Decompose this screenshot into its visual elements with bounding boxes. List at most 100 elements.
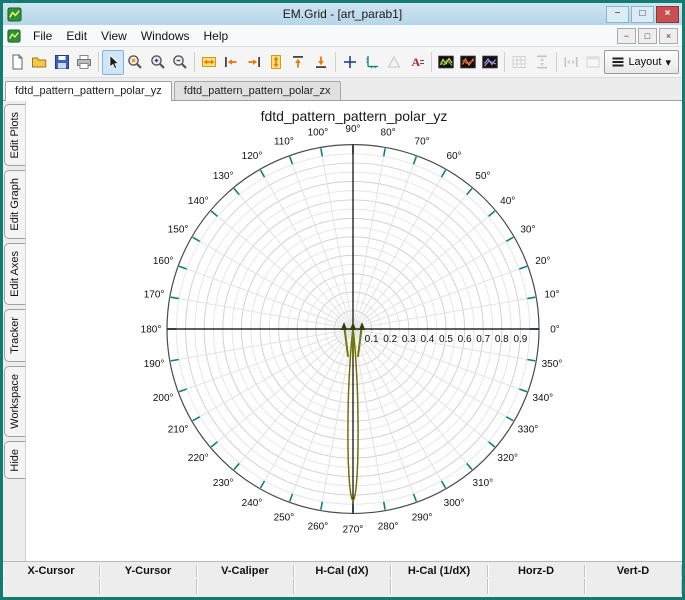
zoom-window-icon xyxy=(127,54,143,70)
shift-left-button[interactable] xyxy=(220,50,242,75)
stretch-vertical-icon xyxy=(268,54,284,70)
sidebar-item-hide[interactable]: Hide xyxy=(4,441,25,480)
svg-text:0.8: 0.8 xyxy=(495,334,509,345)
svg-text:230°: 230° xyxy=(213,478,234,489)
svg-text:220°: 220° xyxy=(188,453,209,464)
svg-text:A: A xyxy=(411,55,420,69)
statusbar-pad xyxy=(3,594,682,597)
sidebar-item-edit-axes[interactable]: Edit Axes xyxy=(4,243,25,305)
toolbar-separator xyxy=(335,52,336,72)
sidebar-item-workspace[interactable]: Workspace xyxy=(4,366,25,437)
svg-text:30°: 30° xyxy=(520,224,535,235)
zoom-in-button[interactable] xyxy=(147,50,169,75)
shift-right-icon xyxy=(246,54,262,70)
fit-horizontal-icon xyxy=(563,54,579,70)
statusbar-values xyxy=(3,579,682,594)
shift-down-button[interactable] xyxy=(309,50,331,75)
polar-plot-canvas[interactable]: 0.10.20.30.40.50.60.70.80.90°10°20°30°40… xyxy=(26,101,682,561)
svg-text:0.7: 0.7 xyxy=(476,334,490,345)
maximize-button[interactable]: □ xyxy=(631,6,654,23)
mdi-window-controls: − □ × xyxy=(617,28,678,44)
sidebar: Edit Plots Edit Graph Edit Axes Tracker … xyxy=(3,101,25,561)
status-value-cell xyxy=(100,579,197,594)
app-icon xyxy=(7,7,22,22)
svg-text:0.2: 0.2 xyxy=(383,334,397,345)
toolbar-separator xyxy=(431,52,432,72)
svg-text:210°: 210° xyxy=(168,425,189,436)
fit-vertical-button xyxy=(531,50,553,75)
status-horz-d: Horz-D xyxy=(488,565,585,577)
print-button[interactable] xyxy=(73,50,95,75)
status-value-cell xyxy=(197,579,294,594)
menu-view[interactable]: View xyxy=(94,27,134,45)
menu-file[interactable]: File xyxy=(26,27,59,45)
menu-edit[interactable]: Edit xyxy=(59,27,94,45)
axes-ticks-button[interactable] xyxy=(361,50,383,75)
menubar: File Edit View Windows Help − □ × xyxy=(3,25,682,47)
text-annotation-button[interactable]: A xyxy=(405,50,427,75)
svg-text:0.3: 0.3 xyxy=(402,334,416,345)
axes-ticks-icon xyxy=(364,54,380,70)
tab-fdtd-pattern-polar-zx[interactable]: fdtd_pattern_pattern_polar_zx xyxy=(174,81,341,100)
plot-area[interactable]: fdtd_pattern_pattern_polar_yz 0.10.20.30… xyxy=(25,101,682,561)
svg-text:200°: 200° xyxy=(153,393,174,404)
mdi-minimize-button[interactable]: − xyxy=(617,28,636,44)
stretch-horizontal-button[interactable] xyxy=(198,50,220,75)
sidebar-item-edit-graph[interactable]: Edit Graph xyxy=(4,170,25,239)
svg-text:0.9: 0.9 xyxy=(513,334,527,345)
mdi-restore-button[interactable]: □ xyxy=(638,28,657,44)
svg-text:0.6: 0.6 xyxy=(458,334,472,345)
svg-text:130°: 130° xyxy=(213,171,234,182)
status-h-cal-dx: H-Cal (dX) xyxy=(294,565,391,577)
new-document-icon xyxy=(9,54,25,70)
open-file-button[interactable] xyxy=(28,50,50,75)
layout-icon xyxy=(612,56,624,68)
plot-style-3-icon xyxy=(482,54,498,70)
app-window: EM.Grid - [art_parab1] − □ × File Edit V… xyxy=(0,0,685,600)
plot-style-3-button[interactable] xyxy=(479,50,501,75)
sidebar-item-label: Edit Axes xyxy=(9,251,21,297)
new-document-button[interactable] xyxy=(6,50,28,75)
minimize-button[interactable]: − xyxy=(606,6,629,23)
svg-text:150°: 150° xyxy=(168,224,189,235)
window-title: EM.Grid - [art_parab1] xyxy=(283,7,402,21)
svg-text:180°: 180° xyxy=(141,325,162,336)
toolbar-separator xyxy=(504,52,505,72)
stretch-vertical-button[interactable] xyxy=(265,50,287,75)
svg-text:0.4: 0.4 xyxy=(420,334,434,345)
plot-style-2-button[interactable] xyxy=(457,50,479,75)
status-value-cell xyxy=(585,579,682,594)
grid-toggle-button xyxy=(508,50,530,75)
text-annotation-icon: A xyxy=(409,54,425,70)
toolbar: A xyxy=(3,47,682,78)
tab-fdtd-pattern-polar-yz[interactable]: fdtd_pattern_pattern_polar_yz xyxy=(5,81,172,101)
menu-windows[interactable]: Windows xyxy=(134,27,197,45)
zoom-out-button[interactable] xyxy=(169,50,191,75)
sidebar-item-tracker[interactable]: Tracker xyxy=(4,309,25,362)
sidebar-item-edit-plots[interactable]: Edit Plots xyxy=(4,104,25,166)
save-icon xyxy=(54,54,70,70)
add-marker-icon xyxy=(342,54,358,70)
save-button[interactable] xyxy=(51,50,73,75)
status-value-cell xyxy=(294,579,391,594)
shift-up-button[interactable] xyxy=(287,50,309,75)
status-h-cal-1dx: H-Cal (1/dX) xyxy=(391,565,488,577)
status-value-cell xyxy=(391,579,488,594)
svg-text:280°: 280° xyxy=(378,522,399,533)
svg-text:80°: 80° xyxy=(381,127,396,138)
select-pointer-button[interactable] xyxy=(102,50,124,75)
plot-style-1-button[interactable] xyxy=(435,50,457,75)
shift-right-button[interactable] xyxy=(243,50,265,75)
svg-text:10°: 10° xyxy=(544,290,559,301)
mdi-close-button[interactable]: × xyxy=(659,28,678,44)
status-v-caliper: V-Caliper xyxy=(197,565,294,577)
zoom-window-button[interactable] xyxy=(124,50,146,75)
status-value-cell xyxy=(488,579,585,594)
svg-text:270°: 270° xyxy=(343,525,364,536)
shift-up-icon xyxy=(290,54,306,70)
close-button[interactable]: × xyxy=(656,6,679,23)
document-tabbar: fdtd_pattern_pattern_polar_yz fdtd_patte… xyxy=(3,78,682,101)
add-marker-button[interactable] xyxy=(339,50,361,75)
menu-help[interactable]: Help xyxy=(197,27,236,45)
layout-dropdown-button[interactable]: Layout ▾ xyxy=(604,50,679,74)
